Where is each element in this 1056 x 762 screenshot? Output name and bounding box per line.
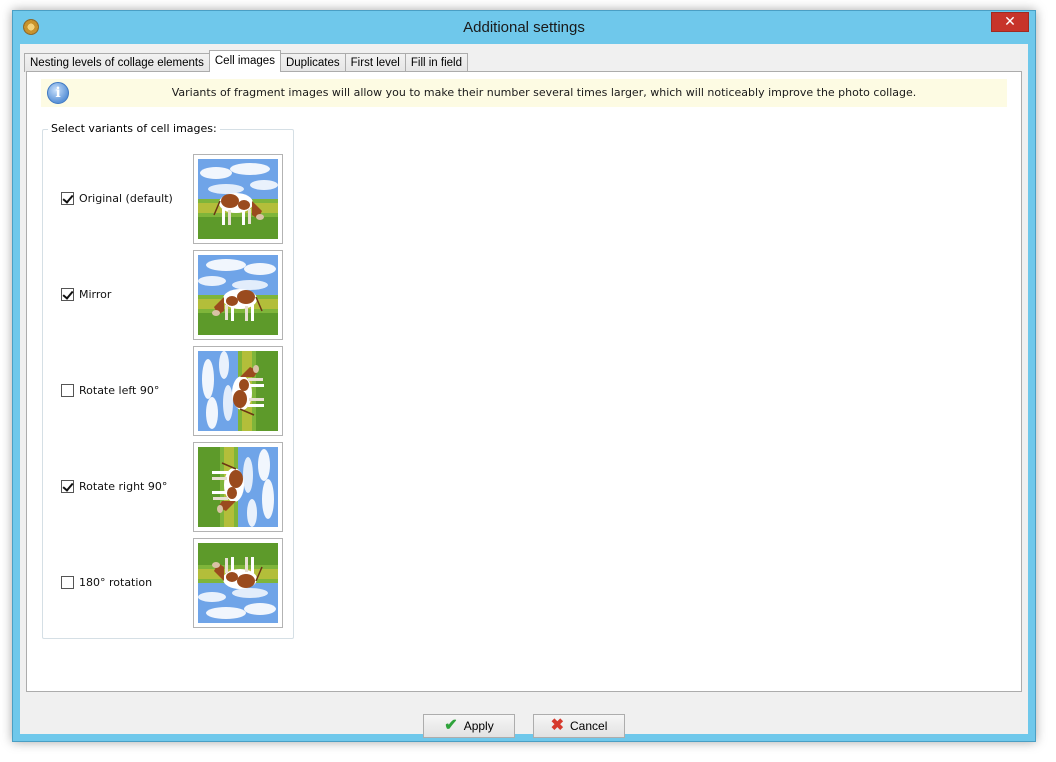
- mirror-checkbox[interactable]: [61, 288, 74, 301]
- rotate-right-option[interactable]: Rotate right 90°: [61, 480, 167, 493]
- cow-image-original: [198, 159, 278, 239]
- tab-fill-in-field[interactable]: Fill in field: [404, 53, 468, 72]
- rotate-left-thumbnail: [193, 346, 283, 436]
- variant-original: Original (default): [43, 154, 293, 244]
- variants-group-title: Select variants of cell images:: [48, 122, 220, 135]
- info-banner: i Variants of fragment images will allow…: [41, 79, 1007, 107]
- tab-first-level[interactable]: First level: [344, 53, 406, 72]
- original-checkbox[interactable]: [61, 192, 74, 205]
- tab-nesting-levels[interactable]: Nesting levels of collage elements: [24, 53, 210, 72]
- tab-duplicates[interactable]: Duplicates: [279, 53, 346, 72]
- variant-rotate-180: 180° rotation: [43, 538, 293, 628]
- close-button[interactable]: ✕: [991, 12, 1029, 32]
- checkmark-icon: ✔: [444, 717, 458, 734]
- tab-cell-images[interactable]: Cell images: [208, 50, 281, 72]
- rotate-180-thumbnail: [193, 538, 283, 628]
- mirror-thumbnail: [193, 250, 283, 340]
- apply-button[interactable]: ✔ Apply: [423, 714, 515, 738]
- cow-image-rotate-right: [198, 447, 278, 527]
- rotate-right-checkbox[interactable]: [61, 480, 74, 493]
- rotate-right-thumbnail: [193, 442, 283, 532]
- original-thumbnail: [193, 154, 283, 244]
- variant-rotate-right: Rotate right 90°: [43, 442, 293, 532]
- rotate-right-label[interactable]: Rotate right 90°: [79, 480, 167, 493]
- cow-image-rotate-180: [198, 543, 278, 623]
- variants-groupbox: Select variants of cell images: Original…: [42, 122, 294, 639]
- apply-label: Apply: [463, 719, 494, 733]
- rotate-left-checkbox[interactable]: [61, 384, 74, 397]
- rotate-180-checkbox[interactable]: [61, 576, 74, 589]
- variant-mirror: Mirror: [43, 250, 293, 340]
- rotate-180-option[interactable]: 180° rotation: [61, 576, 152, 589]
- original-label[interactable]: Original (default): [79, 192, 173, 205]
- rotate-180-label[interactable]: 180° rotation: [79, 576, 152, 589]
- cancel-button[interactable]: ✖ Cancel: [533, 714, 625, 738]
- tab-strip: Nesting levels of collage elements Cell …: [24, 50, 468, 72]
- info-icon: i: [47, 82, 69, 104]
- close-icon: ✕: [1004, 14, 1016, 30]
- title-bar[interactable]: Additional settings ✕: [13, 11, 1035, 44]
- mirror-option[interactable]: Mirror: [61, 288, 111, 301]
- dialog-client: Nesting levels of collage elements Cell …: [20, 44, 1028, 738]
- variant-rotate-left: Rotate left 90°: [43, 346, 293, 436]
- rotate-left-option[interactable]: Rotate left 90°: [61, 384, 159, 397]
- info-text: Variants of fragment images will allow y…: [171, 86, 917, 99]
- mirror-label[interactable]: Mirror: [79, 288, 111, 301]
- cow-image-mirror: [198, 255, 278, 335]
- rotate-left-label[interactable]: Rotate left 90°: [79, 384, 159, 397]
- cow-image-rotate-left: [198, 351, 278, 431]
- cancel-label: Cancel: [570, 719, 608, 733]
- window-title: Additional settings: [463, 19, 585, 36]
- cell-images-panel: i Variants of fragment images will allow…: [26, 71, 1022, 692]
- cross-icon: ✖: [550, 717, 565, 734]
- original-option[interactable]: Original (default): [61, 192, 173, 205]
- dialog-window: Additional settings ✕ Nesting levels of …: [12, 10, 1036, 742]
